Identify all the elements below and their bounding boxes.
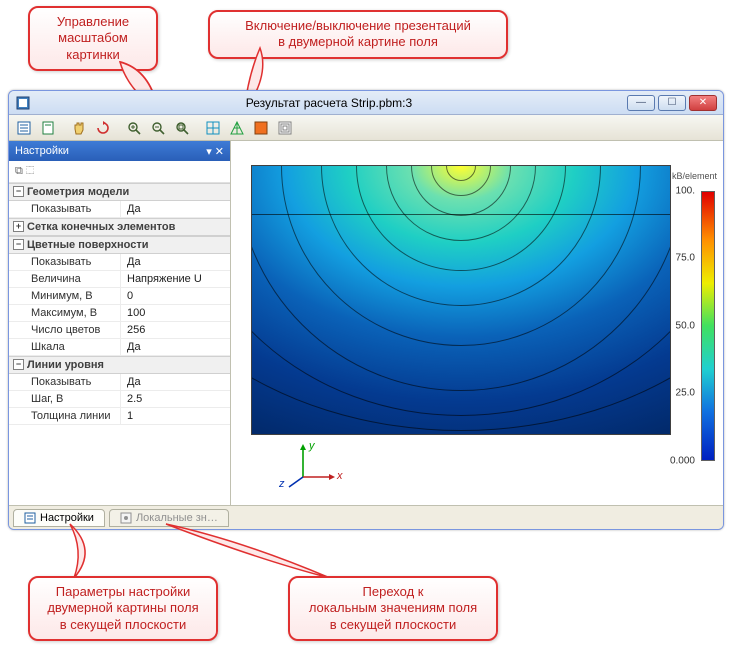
app-icon [15,95,31,111]
list-icon [16,120,32,136]
prop-cs-min[interactable]: Минимум, В0 [9,288,230,305]
callout-localvals: Переход к локальным значениям поля в сек… [288,576,498,641]
tool-zoom-fit[interactable] [171,117,193,139]
cb-tick-75: 75.0 [676,253,695,264]
tool-pan[interactable] [68,117,90,139]
callout-zoom-text: Управление масштабом картинки [57,14,129,62]
property-grid[interactable]: ⧉ ⬚ −Геометрия модели ПоказыватьДа +Сетк… [9,161,230,505]
mesh-icon [229,120,245,136]
prop-ln-step[interactable]: Шаг, В2.5 [9,391,230,408]
field-plot[interactable] [251,165,671,435]
axis-x-label: x [337,470,343,482]
tool-grid[interactable] [202,117,224,139]
axes-triad: y x z [281,442,341,495]
cb-tick-0: 0.000 [670,456,695,467]
colorbar [701,191,715,461]
window-title: Результат расчета Strip.pbm:3 [37,96,621,110]
contour-icon [277,120,293,136]
prop-ln-thick[interactable]: Толщина линии1 [9,408,230,425]
tool-mesh[interactable] [226,117,248,139]
titlebar[interactable]: Результат расчета Strip.pbm:3 — ☐ ✕ [9,91,723,115]
cb-tick-25: 25.0 [676,388,695,399]
zoom-out-icon [150,120,166,136]
cb-tick-100: 100. [676,186,695,197]
toolbar [9,115,723,141]
grid-icon [205,120,221,136]
maximize-button[interactable]: ☐ [658,95,686,111]
tool-color[interactable] [250,117,272,139]
zoom-in-icon [126,120,142,136]
result-window: Результат расчета Strip.pbm:3 — ☐ ✕ Наст… [8,90,724,530]
propgrid-toolbar[interactable]: ⧉ ⬚ [9,161,230,183]
tool-zoom-out[interactable] [147,117,169,139]
group-mesh[interactable]: +Сетка конечных элементов [9,218,230,236]
panel-pin-close[interactable]: ▾ ✕ [206,145,224,158]
prop-geom-show[interactable]: ПоказыватьДа [9,201,230,218]
group-geometry[interactable]: −Геометрия модели [9,183,230,201]
prop-cs-max[interactable]: Максимум, В100 [9,305,230,322]
tool-contour[interactable] [274,117,296,139]
doc-icon [40,120,56,136]
prop-cs-ncol[interactable]: Число цветов256 [9,322,230,339]
group-contours[interactable]: −Линии уровня [9,356,230,374]
axis-y-label: y [309,440,315,452]
prop-cs-qty[interactable]: ВеличинаНапряжение U [9,271,230,288]
refresh-icon [95,120,111,136]
callout-settings2d-tail [60,520,120,580]
tool-doc[interactable] [37,117,59,139]
colormap-icon [253,120,269,136]
close-button[interactable]: ✕ [689,95,717,111]
hand-icon [71,120,87,136]
tool-properties[interactable] [13,117,35,139]
group-colorsurf[interactable]: −Цветные поверхности [9,236,230,254]
settings-tab-icon [24,512,36,524]
field-viewer[interactable]: y x z kB/element 100. 75.0 50.0 25.0 0.0… [231,141,723,505]
tool-refresh[interactable] [92,117,114,139]
minimize-button[interactable]: — [627,95,655,111]
callout-toggle2d-text: Включение/выключение презентаций в двуме… [245,18,471,49]
prop-cs-show[interactable]: ПоказыватьДа [9,254,230,271]
panel-header[interactable]: Настройки ▾ ✕ [9,141,230,161]
callout-localvals-text: Переход к локальным значениям поля в сек… [309,584,477,632]
local-tab-icon [120,512,132,524]
tool-zoom-in[interactable] [123,117,145,139]
zoom-fit-icon [174,120,190,136]
callout-settings2d-text: Параметры настройки двумерной картины по… [47,584,198,632]
colorbar-unit: kB/element [672,171,717,181]
panel-title: Настройки [15,145,69,157]
settings-panel: Настройки ▾ ✕ ⧉ ⬚ −Геометрия модели Пока… [9,141,231,505]
axis-z-label: z [279,478,285,490]
cb-tick-50: 50.0 [676,321,695,332]
prop-cs-scale[interactable]: ШкалаДа [9,339,230,356]
prop-ln-show[interactable]: ПоказыватьДа [9,374,230,391]
